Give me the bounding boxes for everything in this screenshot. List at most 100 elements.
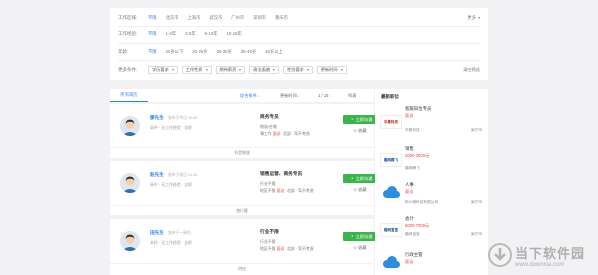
collect-button[interactable]: ☆ 收藏 (353, 245, 366, 251)
filter-option-experience[interactable]: 10-15年 (227, 31, 242, 37)
publish-time: 发布于前日 21:10 (168, 173, 198, 177)
divider (118, 43, 480, 44)
filter-option-area[interactable]: 上海市 (187, 15, 200, 21)
candidate-info: 高中 · 无工作经验 · 全职 (150, 125, 192, 130)
filter-option-age[interactable]: 25-35岁 (217, 49, 232, 55)
chat-label: 立即沟通 (355, 175, 373, 181)
location-text: 地区不限 (260, 246, 277, 251)
caret-down-icon (239, 69, 242, 71)
desired-job: 销售运营、商务专员 (260, 171, 303, 176)
gender-dropdown[interactable]: 性别要求 (283, 66, 313, 74)
caret-down-icon (340, 69, 343, 71)
filter-row-age: 年龄: 不限 20岁以下 20-25岁 25-35岁 35-45岁 45岁以上 (110, 47, 488, 57)
sidebar-title: 最新职位 (381, 94, 399, 99)
filter-option-area[interactable]: 北京市 (166, 15, 179, 21)
avatar (120, 173, 140, 193)
candidate-name[interactable]: 田先生 (150, 230, 164, 236)
industry: 物流/仓储 (260, 124, 277, 129)
person-avatar-icon (120, 116, 140, 136)
job-salary: 面议 (405, 259, 414, 264)
filter-option-age[interactable]: 45岁以上 (265, 49, 283, 55)
job-title[interactable]: 人事 (405, 182, 414, 188)
job-item[interactable]: 趣网宝宝 会计 5000-7000元 趣网宝宝 南宁市 (375, 211, 488, 249)
filter-option-experience[interactable]: 5-10年 (205, 31, 218, 37)
filter-label-experience: 工作经验: (118, 31, 138, 36)
job-type-dropdown[interactable]: 工作性质 (181, 66, 212, 74)
company-logo: 趣网腾飞 (380, 153, 402, 167)
card-tag: 抖音物流 (234, 150, 250, 155)
caret-down-icon (273, 69, 276, 71)
divider (110, 205, 374, 206)
filter-option-area[interactable]: 广州市 (231, 15, 244, 21)
desired-job: 行业不限 (260, 229, 279, 234)
filter-option-area[interactable]: 不限 (148, 15, 157, 21)
salary-dropdown[interactable]: 期待薪资 (215, 66, 246, 74)
company-name: 桥小微科技有限公司 (405, 200, 439, 204)
job-item[interactable]: 华夏科技 客服岗位专员 面议 华夏科技 南宁市 (375, 103, 488, 141)
view-list-button[interactable]: 列表 (348, 93, 356, 99)
job-title[interactable]: 客服岗位专员 (405, 106, 431, 112)
person-avatar-icon (120, 173, 140, 193)
chat-label: 立即沟通 (355, 233, 373, 239)
clear-filters-button[interactable]: 清空筛选 (463, 67, 480, 73)
resume-card[interactable]: 田先生 发布于一周内 本科 · 无工作经验 · 全职 行业不限 行业不限 地区不… (110, 219, 380, 275)
job-title[interactable]: 行政主管 (405, 252, 423, 258)
job-city: 南宁市 (470, 232, 482, 236)
filter-option-area[interactable]: 重庆市 (275, 15, 288, 21)
dropdown-label: 更新时间 (320, 67, 338, 72)
filter-option-experience[interactable]: 1-3年 (166, 31, 177, 37)
resume-card[interactable]: 廖先生 发布于今日 12:42 高中 · 无工作经验 · 全职 商务专员 物流/… (110, 104, 380, 158)
divider (118, 60, 480, 61)
filter-option-experience[interactable]: 不限 (148, 31, 157, 37)
education-dropdown[interactable]: 学历要求 (148, 66, 178, 74)
avatar (120, 116, 140, 136)
chat-label: 立即沟通 (355, 116, 373, 122)
collect-button[interactable]: ☆ 收藏 (353, 128, 366, 134)
filter-option-age[interactable]: 35-45岁 (241, 49, 256, 55)
job-title[interactable]: 会计 (405, 216, 414, 222)
sort-update-button[interactable]: 更新时间↓ (280, 93, 300, 99)
location-text: 薄工作 (260, 131, 273, 136)
card-tag: 旅行健 (236, 208, 248, 213)
filter-panel: 工作区域: 不限 北京市 上海市 武汉市 广州市 深圳市 重庆市 更多 工作经验… (110, 8, 488, 80)
job-title[interactable]: 销售 (405, 146, 414, 152)
job-item[interactable]: 人事 面议 桥小微科技有限公司 南宁市 (375, 177, 488, 215)
filter-option-age[interactable]: 不限 (148, 49, 157, 55)
tab-all-resumes[interactable]: 所有简历 (110, 89, 148, 102)
chat-icon: ⚬ (350, 234, 355, 239)
more-area-button[interactable]: 更多 (467, 15, 480, 21)
cloud-logo-icon (380, 185, 402, 199)
candidate-info: 本科 · 无工作经验 · 全职 (150, 240, 192, 245)
filter-option-area[interactable]: 武汉市 (209, 15, 222, 21)
divider (110, 263, 374, 264)
job-item[interactable]: 趣网腾飞 销售 2000-3000元 趣网腾飞 (375, 141, 488, 179)
location-text: 地区不限 (260, 188, 277, 193)
filter-option-age[interactable]: 20-25岁 (192, 49, 207, 55)
filter-row-more: 更多条件: 学历要求 工作性质 期待薪资 政治面貌 性别要求 更新时间 清空筛选 (110, 65, 488, 75)
filter-option-experience[interactable]: 3-5年 (185, 31, 196, 37)
update-time-dropdown[interactable]: 更新时间 (316, 66, 347, 74)
job-item[interactable]: 行政主管 面议 (375, 247, 488, 275)
chat-icon: ⚬ (350, 117, 355, 122)
caret-down-icon (205, 69, 208, 71)
dropdown-label: 工作性质 (185, 67, 203, 72)
filter-label-more: 更多条件: (118, 67, 138, 72)
dropdown-label: 政治面貌 (253, 67, 271, 72)
filter-option-area[interactable]: 深圳市 (253, 15, 266, 21)
company-name: 趣网宝宝 (405, 232, 420, 236)
sort-default-button[interactable]: 综合排序↓ (240, 93, 260, 99)
job-details: 地区不限 面议· 北部 · 驾不考虑 (260, 188, 314, 194)
watermark-en: www.downxia.com (515, 261, 565, 268)
collect-button[interactable]: ☆ 收藏 (353, 187, 366, 193)
candidate-name[interactable]: 赵先生 (150, 172, 164, 178)
filter-option-age[interactable]: 20岁以下 (166, 49, 184, 55)
job-salary: 5000-7000元 (405, 223, 430, 228)
candidate-name[interactable]: 廖先生 (150, 115, 164, 121)
filter-label-area: 工作区域: (118, 15, 138, 20)
filter-row-area: 工作区域: 不限 北京市 上海市 武汉市 广州市 深圳市 重庆市 更多 (110, 13, 488, 23)
political-dropdown[interactable]: 政治面貌 (249, 66, 280, 74)
details-text: · 北部 · 驾不考虑 (280, 131, 310, 136)
resume-card[interactable]: 赵先生 发布于前日 21:10 高中 · 无工作经验 · 全职 销售运营、商务专… (110, 161, 380, 215)
job-salary: 面议 (405, 189, 414, 194)
more-label: 更多 (467, 15, 476, 20)
